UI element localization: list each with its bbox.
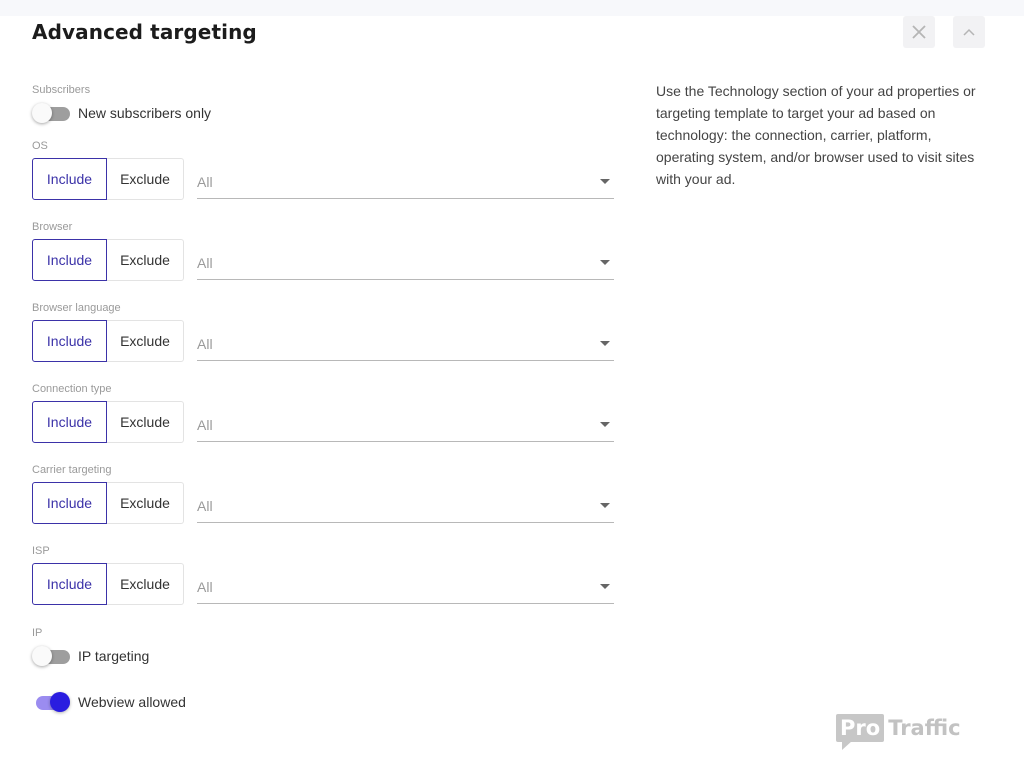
webview-allowed-toggle[interactable]: Webview allowed xyxy=(32,691,186,713)
os-select[interactable]: All xyxy=(197,164,614,199)
logo-word: Traffic xyxy=(888,716,961,740)
isp-select[interactable]: All xyxy=(197,569,614,604)
browser-language-label: Browser language xyxy=(32,302,121,314)
ip-targeting-switch[interactable] xyxy=(32,645,70,667)
carrier-targeting-include-button[interactable]: Include xyxy=(32,482,107,524)
logo-badge: Pro xyxy=(836,714,885,750)
connection-type-select[interactable]: All xyxy=(197,407,614,442)
ip-label: IP xyxy=(32,627,43,639)
browser-filter: Include Exclude All xyxy=(32,239,616,281)
browser-language-select-value: All xyxy=(197,336,213,352)
isp-include-button[interactable]: Include xyxy=(32,563,107,605)
carrier-targeting-exclude-button[interactable]: Exclude xyxy=(107,482,184,524)
caret-down-icon xyxy=(600,179,610,184)
new-subscribers-switch[interactable] xyxy=(32,102,70,124)
isp-select-value: All xyxy=(197,579,213,595)
browser-exclude-button[interactable]: Exclude xyxy=(107,239,184,281)
os-filter: Include Exclude All xyxy=(32,158,616,200)
isp-filter: Include Exclude All xyxy=(32,563,616,605)
browser-language-filter: Include Exclude All xyxy=(32,320,616,362)
close-button[interactable] xyxy=(903,16,935,48)
browser-language-exclude-button[interactable]: Exclude xyxy=(107,320,184,362)
connection-type-include-exclude: Include Exclude xyxy=(32,401,184,443)
os-include-exclude: Include Exclude xyxy=(32,158,184,200)
carrier-targeting-select-value: All xyxy=(197,498,213,514)
ip-targeting-toggle[interactable]: IP targeting xyxy=(32,645,149,667)
webview-allowed-switch[interactable] xyxy=(32,691,70,713)
advanced-targeting-panel: Advanced targeting Use the Technology se… xyxy=(0,0,1024,765)
browser-select-value: All xyxy=(197,255,213,271)
browser-include-button[interactable]: Include xyxy=(32,239,107,281)
browser-language-include-button[interactable]: Include xyxy=(32,320,107,362)
connection-type-select-value: All xyxy=(197,417,213,433)
subscribers-label: Subscribers xyxy=(32,84,91,96)
os-exclude-button[interactable]: Exclude xyxy=(107,158,184,200)
os-label: OS xyxy=(32,140,48,152)
isp-label: ISP xyxy=(32,545,50,557)
caret-down-icon xyxy=(600,503,610,508)
new-subscribers-toggle[interactable]: New subscribers only xyxy=(32,102,211,124)
webview-allowed-label: Webview allowed xyxy=(78,694,186,710)
ip-targeting-label: IP targeting xyxy=(78,648,150,664)
carrier-targeting-select[interactable]: All xyxy=(197,488,614,523)
caret-down-icon xyxy=(600,584,610,589)
browser-include-exclude: Include Exclude xyxy=(32,239,184,281)
caret-down-icon xyxy=(600,422,610,427)
chevron-up-icon xyxy=(963,28,975,36)
browser-language-include-exclude: Include Exclude xyxy=(32,320,184,362)
page-title: Advanced targeting xyxy=(32,20,257,44)
os-select-value: All xyxy=(197,174,213,190)
switch-knob xyxy=(50,692,70,712)
connection-type-include-button[interactable]: Include xyxy=(32,401,107,443)
switch-knob xyxy=(32,103,52,123)
top-bar xyxy=(0,0,1024,16)
info-text: Use the Technology section of your ad pr… xyxy=(656,83,976,187)
collapse-button[interactable] xyxy=(953,16,985,48)
isp-include-exclude: Include Exclude xyxy=(32,563,184,605)
carrier-targeting-filter: Include Exclude All xyxy=(32,482,616,524)
protraffic-logo: Pro Traffic xyxy=(836,710,961,750)
switch-knob xyxy=(32,646,52,666)
browser-language-select[interactable]: All xyxy=(197,326,614,361)
browser-label: Browser xyxy=(32,221,73,233)
isp-exclude-button[interactable]: Exclude xyxy=(107,563,184,605)
os-include-button[interactable]: Include xyxy=(32,158,107,200)
caret-down-icon xyxy=(600,341,610,346)
connection-type-exclude-button[interactable]: Exclude xyxy=(107,401,184,443)
caret-down-icon xyxy=(600,260,610,265)
connection-type-filter: Include Exclude All xyxy=(32,401,616,443)
browser-select[interactable]: All xyxy=(197,245,614,280)
carrier-targeting-include-exclude: Include Exclude xyxy=(32,482,184,524)
close-icon xyxy=(912,25,926,39)
new-subscribers-label: New subscribers only xyxy=(78,105,212,121)
carrier-targeting-label: Carrier targeting xyxy=(32,464,112,476)
connection-type-label: Connection type xyxy=(32,383,112,395)
